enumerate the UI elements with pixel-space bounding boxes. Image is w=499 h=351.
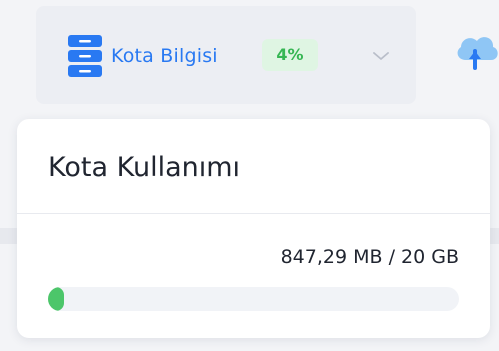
database-icon	[68, 35, 102, 77]
quota-info-toggle[interactable]: Kota Bilgisi 4%	[36, 6, 416, 104]
quota-percent-badge: 4%	[262, 39, 318, 71]
cloud-upload-icon[interactable]	[452, 30, 499, 76]
quota-usage-text: 847,29 MB / 20 GB	[280, 246, 459, 268]
chevron-down-icon[interactable]	[372, 50, 390, 62]
quota-progress-bar	[48, 287, 459, 311]
divider	[17, 213, 490, 214]
quota-usage-title: Kota Kullanımı	[48, 152, 241, 183]
quota-progress-fill	[48, 287, 65, 311]
quota-usage-panel: Kota Kullanımı 847,29 MB / 20 GB	[17, 119, 490, 338]
quota-info-label: Kota Bilgisi	[111, 45, 218, 67]
